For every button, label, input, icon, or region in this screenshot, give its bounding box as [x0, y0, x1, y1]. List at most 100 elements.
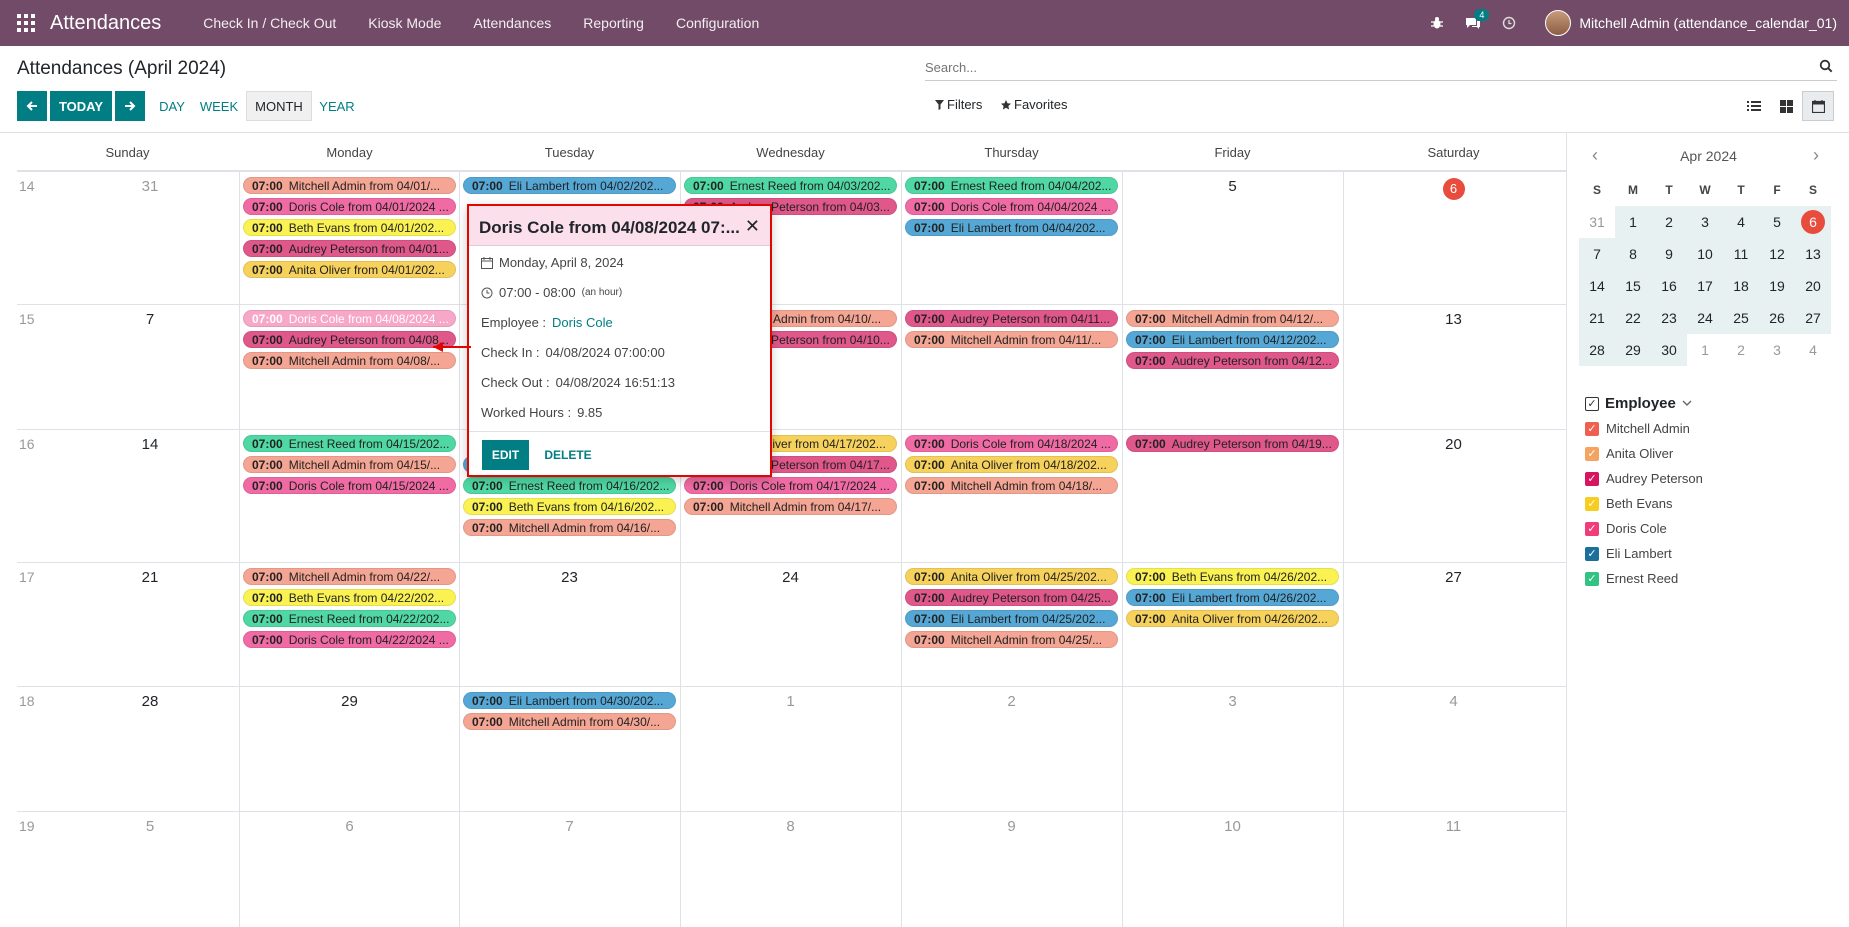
user-menu[interactable]: Mitchell Admin (attendance_calendar_01): [1579, 15, 1837, 31]
mini-calendar-day[interactable]: 31: [1579, 206, 1615, 238]
search-input[interactable]: [925, 55, 1805, 79]
day-number[interactable]: 27: [1343, 569, 1564, 586]
mini-next-month-icon[interactable]: ›: [1813, 145, 1819, 166]
calendar-event[interactable]: 07:00 Mitchell Admin from 04/11/...: [905, 331, 1118, 348]
calendar-event[interactable]: 07:00 Doris Cole from 04/18/2024 ...: [905, 435, 1118, 452]
checkbox-checked-icon[interactable]: ✓: [1585, 496, 1599, 511]
day-number[interactable]: 31: [62, 178, 238, 195]
favorites-button[interactable]: Favorites: [1001, 97, 1067, 112]
mini-calendar-day[interactable]: 28: [1579, 334, 1615, 366]
mini-calendar-day[interactable]: 7: [1579, 238, 1615, 270]
calendar-event[interactable]: 07:00 Anita Oliver from 04/26/202...: [1126, 610, 1339, 627]
mini-calendar-day[interactable]: 4: [1795, 334, 1831, 366]
calendar-event[interactable]: 07:00 Audrey Peterson from 04/19...: [1126, 435, 1339, 452]
day-number[interactable]: 7: [459, 818, 680, 835]
calendar-event[interactable]: 07:00 Eli Lambert from 04/04/202...: [905, 219, 1118, 236]
previous-button[interactable]: [17, 91, 47, 121]
mini-calendar-day[interactable]: 2: [1723, 334, 1759, 366]
mini-calendar-day[interactable]: 19: [1759, 270, 1795, 302]
employee-filter-item[interactable]: ✓ Anita Oliver: [1585, 446, 1673, 461]
day-number[interactable]: 29: [239, 693, 460, 710]
calendar-event[interactable]: 07:00 Ernest Reed from 04/04/202...: [905, 177, 1118, 194]
mini-calendar-day[interactable]: 2: [1651, 206, 1687, 238]
search-icon[interactable]: [1819, 59, 1833, 76]
chevron-down-icon[interactable]: [1682, 400, 1692, 407]
calendar-event[interactable]: 07:00 Beth Evans from 04/26/202...: [1126, 568, 1339, 585]
calendar-event[interactable]: 07:00 Eli Lambert from 04/12/202...: [1126, 331, 1339, 348]
day-number[interactable]: 23: [459, 569, 680, 586]
calendar-event[interactable]: 07:00 Mitchell Admin from 04/18/...: [905, 477, 1118, 494]
calendar-event[interactable]: 07:00 Anita Oliver from 04/25/202...: [905, 568, 1118, 585]
mini-calendar-day[interactable]: 1: [1687, 334, 1723, 366]
calendar-event[interactable]: 07:00 Eli Lambert from 04/26/202...: [1126, 589, 1339, 606]
calendar-event[interactable]: 07:00 Mitchell Admin from 04/22/...: [243, 568, 456, 585]
calendar-event[interactable]: 07:00 Ernest Reed from 04/03/202...: [684, 177, 897, 194]
delete-button[interactable]: DELETE: [539, 440, 597, 470]
day-number[interactable]: 2: [901, 693, 1122, 710]
calendar-event[interactable]: 07:00 Ernest Reed from 04/22/202...: [243, 610, 456, 627]
mini-calendar-day[interactable]: 14: [1579, 270, 1615, 302]
calendar-event[interactable]: 07:00 Mitchell Admin from 04/15/...: [243, 456, 456, 473]
user-avatar[interactable]: [1545, 10, 1572, 36]
calendar-event[interactable]: 07:00 Audrey Peterson from 04/25...: [905, 589, 1118, 606]
scale-year-button[interactable]: YEAR: [316, 91, 358, 121]
menu-kiosk-mode[interactable]: Kiosk Mode: [352, 0, 457, 46]
mini-calendar-day[interactable]: 22: [1615, 302, 1651, 334]
menu-configuration[interactable]: Configuration: [660, 0, 775, 46]
calendar-event[interactable]: 07:00 Ernest Reed from 04/16/202...: [463, 477, 676, 494]
mini-calendar-day[interactable]: 8: [1615, 238, 1651, 270]
day-number[interactable]: 5: [1122, 178, 1343, 195]
day-number[interactable]: 24: [680, 569, 901, 586]
mini-calendar-day[interactable]: 26: [1759, 302, 1795, 334]
calendar-event[interactable]: 07:00 Mitchell Admin from 04/25/...: [905, 631, 1118, 648]
mini-calendar-day[interactable]: 24: [1687, 302, 1723, 334]
calendar-event[interactable]: 07:00 Doris Cole from 04/17/2024 ...: [684, 477, 897, 494]
day-number[interactable]: 1: [680, 693, 901, 710]
calendar-event[interactable]: 07:00 Mitchell Admin from 04/12/...: [1126, 310, 1339, 327]
day-number[interactable]: 6: [1343, 178, 1564, 200]
day-number[interactable]: 20: [1343, 436, 1564, 453]
calendar-event[interactable]: 07:00 Audrey Peterson from 04/08...: [243, 331, 456, 348]
day-number[interactable]: 8: [680, 818, 901, 835]
day-number[interactable]: 4: [1343, 693, 1564, 710]
checkbox-checked-icon[interactable]: ✓: [1585, 446, 1599, 461]
calendar-event[interactable]: 07:00 Eli Lambert from 04/30/202...: [463, 692, 676, 709]
day-number[interactable]: 6: [239, 818, 460, 835]
employee-filter-item[interactable]: ✓ Audrey Peterson: [1585, 471, 1703, 486]
calendar-event[interactable]: 07:00 Beth Evans from 04/22/202...: [243, 589, 456, 606]
calendar-event[interactable]: 07:00 Doris Cole from 04/04/2024 ...: [905, 198, 1118, 215]
calendar-event[interactable]: 07:00 Doris Cole from 04/15/2024 ...: [243, 477, 456, 494]
calendar-event[interactable]: 07:00 Mitchell Admin from 04/08/...: [243, 352, 456, 369]
mini-calendar-day[interactable]: 21: [1579, 302, 1615, 334]
calendar-event[interactable]: 07:00 Mitchell Admin from 04/01/...: [243, 177, 456, 194]
next-button[interactable]: [115, 91, 145, 121]
employee-link[interactable]: Doris Cole: [552, 315, 613, 330]
filters-button[interactable]: Filters: [935, 97, 982, 112]
checkbox-checked-icon[interactable]: ✓: [1585, 421, 1599, 436]
calendar-event[interactable]: 07:00 Audrey Peterson from 04/11...: [905, 310, 1118, 327]
calendar-event[interactable]: 07:00 Anita Oliver from 04/01/202...: [243, 261, 456, 278]
app-brand[interactable]: Attendances: [50, 12, 161, 35]
messages-icon[interactable]: 4: [1455, 0, 1491, 46]
apps-menu-icon[interactable]: [17, 14, 35, 32]
mini-calendar-day[interactable]: 3: [1687, 206, 1723, 238]
mini-calendar-day[interactable]: 16: [1651, 270, 1687, 302]
checkbox-checked-icon[interactable]: ✓: [1585, 571, 1599, 586]
debug-bug-icon[interactable]: [1419, 0, 1455, 46]
day-number[interactable]: 21: [62, 569, 238, 586]
list-view-button[interactable]: [1738, 91, 1770, 121]
calendar-event[interactable]: 07:00 Audrey Peterson from 04/12...: [1126, 352, 1339, 369]
calendar-event[interactable]: 07:00 Doris Cole from 04/01/2024 ...: [243, 198, 456, 215]
scale-week-button[interactable]: WEEK: [198, 91, 240, 121]
calendar-event[interactable]: 07:00 Eli Lambert from 04/02/202...: [463, 177, 676, 194]
mini-calendar-day[interactable]: 10: [1687, 238, 1723, 270]
calendar-event[interactable]: 07:00 Beth Evans from 04/16/202...: [463, 498, 676, 515]
mini-calendar-day[interactable]: 5: [1759, 206, 1795, 238]
employee-filter-all-checkbox-icon[interactable]: ✓: [1585, 396, 1599, 411]
today-button[interactable]: TODAY: [50, 91, 112, 121]
checkbox-checked-icon[interactable]: ✓: [1585, 546, 1599, 561]
calendar-event[interactable]: 07:00 Doris Cole from 04/08/2024 ...: [243, 310, 456, 327]
calendar-view-button[interactable]: [1802, 91, 1834, 121]
activity-clock-icon[interactable]: [1491, 0, 1527, 46]
checkbox-checked-icon[interactable]: ✓: [1585, 471, 1599, 486]
